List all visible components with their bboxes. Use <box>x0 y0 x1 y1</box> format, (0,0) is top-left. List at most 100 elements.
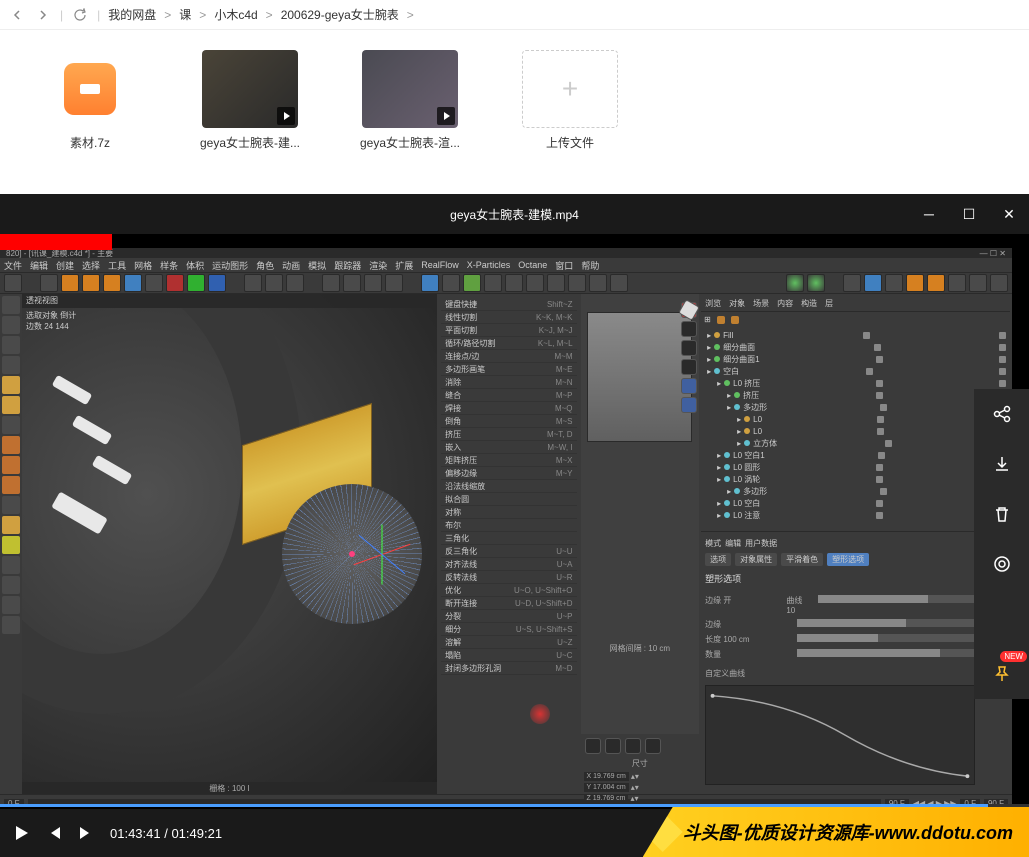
tool-icon[interactable] <box>2 496 20 514</box>
download-button[interactable] <box>974 439 1029 489</box>
context-menu-item[interactable]: 塌陷U~C <box>441 649 576 662</box>
context-menu-item[interactable]: 断开连接U~D, U~Shift+D <box>441 597 576 610</box>
tool-icon[interactable] <box>625 738 641 754</box>
menu-item[interactable]: 工具 <box>108 259 126 272</box>
tool-poly-icon[interactable] <box>2 476 20 494</box>
breadcrumb-item[interactable]: 200629-geya女士腕表 <box>281 6 399 23</box>
object-tree-item[interactable]: ▸L0 <box>703 413 1008 425</box>
curve-editor[interactable] <box>705 685 975 785</box>
object-tree-item[interactable]: ▸细分曲面1 <box>703 353 1008 365</box>
context-menu-item[interactable]: 偏移边缘M~Y <box>441 467 576 480</box>
pin-button[interactable]: NEW <box>974 649 1029 699</box>
context-menu-item[interactable]: 对齐法线U~A <box>441 558 576 571</box>
context-menu-item[interactable]: 沿法线缩放 <box>441 480 576 493</box>
object-tree-item[interactable]: ▸多边形 <box>703 401 1008 413</box>
tool-icon[interactable] <box>547 274 565 292</box>
menu-item[interactable]: 创建 <box>56 259 74 272</box>
tool-icon[interactable] <box>681 397 697 413</box>
menu-item[interactable]: 样条 <box>160 259 178 272</box>
menu-item[interactable]: 运动图形 <box>212 259 248 272</box>
menu-item[interactable]: 窗口 <box>555 259 573 272</box>
object-tree-item[interactable]: ▸L0 挤压 <box>703 377 1008 389</box>
tool-recycle-icon[interactable] <box>786 274 804 292</box>
menu-item[interactable]: 跟踪器 <box>334 259 361 272</box>
context-menu-item[interactable]: 焊接M~Q <box>441 402 576 415</box>
tool-icon[interactable] <box>385 274 403 292</box>
object-tree-item[interactable]: ▸Fill <box>703 329 1008 341</box>
context-menu-item[interactable]: 拟合圆 <box>441 493 576 506</box>
context-menu-item[interactable]: 三角化 <box>441 532 576 545</box>
attr-tab[interactable]: 选项 <box>705 553 731 566</box>
tool-icon[interactable] <box>610 274 628 292</box>
menu-item[interactable]: 角色 <box>256 259 274 272</box>
menu-item[interactable]: 网格 <box>134 259 152 272</box>
context-menu-item[interactable]: 倒角M~S <box>441 415 576 428</box>
tool-icon[interactable] <box>2 356 20 374</box>
attr-tab[interactable]: 编辑 <box>725 538 741 549</box>
tool-icon[interactable] <box>463 274 481 292</box>
tool-recycle-icon[interactable] <box>807 274 825 292</box>
object-tree-item[interactable]: ▸L0 空白1 <box>703 449 1008 461</box>
tool-icon[interactable] <box>343 274 361 292</box>
tab[interactable]: 浏览 <box>705 298 721 309</box>
menu-item[interactable]: 模拟 <box>308 259 326 272</box>
tool-icon[interactable] <box>2 596 20 614</box>
tool-move-icon[interactable] <box>61 274 79 292</box>
context-menu-item[interactable]: 连接点/边M~M <box>441 350 576 363</box>
menu-item[interactable]: Octane <box>518 260 547 270</box>
context-menu-item[interactable]: 封闭多边形孔洞M~D <box>441 662 576 675</box>
menu-item[interactable]: 体积 <box>186 259 204 272</box>
context-menu-item[interactable]: 键盘快捷Shift~Z <box>441 298 576 311</box>
breadcrumb-item[interactable]: 小木c4d <box>214 6 257 23</box>
tab[interactable]: 内容 <box>777 298 793 309</box>
tool-icon[interactable] <box>505 274 523 292</box>
tool-icon[interactable] <box>990 274 1008 292</box>
tool-icon[interactable] <box>605 738 621 754</box>
tool-scale-icon[interactable] <box>82 274 100 292</box>
tool-edge-icon[interactable] <box>2 456 20 474</box>
attr-tab[interactable]: 对象属性 <box>735 553 777 566</box>
next-button[interactable] <box>78 825 94 841</box>
tool-icon[interactable] <box>2 616 20 634</box>
context-menu-item[interactable]: 分裂U~P <box>441 610 576 623</box>
settings-button[interactable] <box>974 539 1029 589</box>
tool-rotate-icon[interactable] <box>103 274 121 292</box>
tool-icon[interactable] <box>843 274 861 292</box>
file-item-archive[interactable]: 素材.7z <box>30 50 150 151</box>
tool-icon[interactable] <box>969 274 987 292</box>
tool-icon[interactable] <box>645 738 661 754</box>
tool-icon[interactable] <box>364 274 382 292</box>
file-item-video[interactable]: geya女士腕表-渲... <box>350 50 470 151</box>
attr-tab[interactable]: 用户数据 <box>745 538 777 549</box>
prev-button[interactable] <box>46 825 62 841</box>
tool-icon[interactable] <box>2 516 20 534</box>
attr-tab[interactable]: 塑形选项 <box>827 553 869 566</box>
tool-icon[interactable] <box>681 359 697 375</box>
object-tree-item[interactable]: ▸L0 注意 <box>703 509 1008 521</box>
tool-icon[interactable] <box>286 274 304 292</box>
tool-icon[interactable] <box>885 274 903 292</box>
menu-item[interactable]: 选择 <box>82 259 100 272</box>
menu-item[interactable]: RealFlow <box>421 260 459 270</box>
play-button[interactable] <box>12 824 30 842</box>
object-tree-item[interactable]: ▸L0 <box>703 425 1008 437</box>
context-menu-item[interactable]: 线性切割K~K, M~K <box>441 311 576 324</box>
tool-icon[interactable] <box>585 738 601 754</box>
nav-forward-button[interactable] <box>34 6 52 24</box>
tool-icon[interactable] <box>906 274 924 292</box>
tool-icon[interactable] <box>681 378 697 394</box>
tool-icon[interactable] <box>145 274 163 292</box>
object-tree-item[interactable]: ▸立方体 <box>703 437 1008 449</box>
tab[interactable]: 场景 <box>753 298 769 309</box>
tool-icon[interactable] <box>265 274 283 292</box>
size-row[interactable]: Z 19.769 cm▴▾ <box>583 793 698 804</box>
file-item-upload[interactable]: 上传文件 <box>510 50 630 151</box>
tool-icon[interactable] <box>2 556 20 574</box>
breadcrumb-item[interactable]: 我的网盘 <box>108 6 156 23</box>
tool-icon[interactable] <box>124 274 142 292</box>
object-tree-item[interactable]: ▸L0 圆形 <box>703 461 1008 473</box>
context-menu-item[interactable]: 反三角化U~U <box>441 545 576 558</box>
context-menu-item[interactable]: 对称 <box>441 506 576 519</box>
context-menu-item[interactable]: 挤压M~T, D <box>441 428 576 441</box>
menu-item[interactable]: 扩展 <box>395 259 413 272</box>
